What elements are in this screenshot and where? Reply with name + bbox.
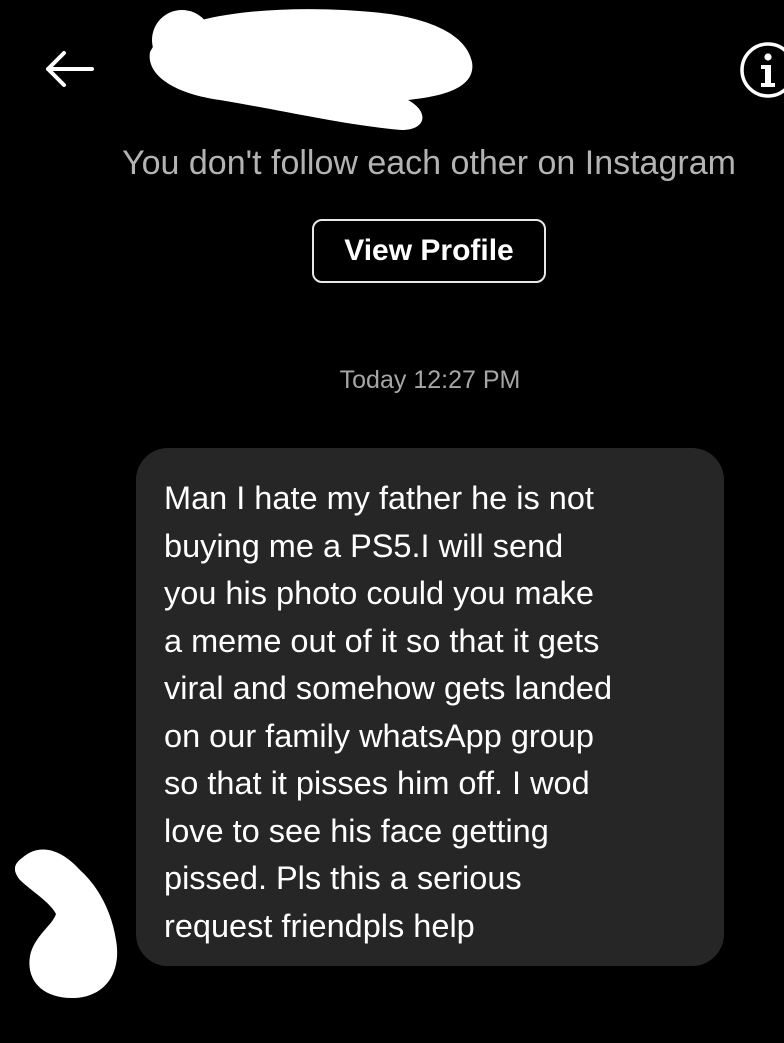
view-profile-button[interactable]: View Profile	[312, 219, 546, 283]
redacted-avatar-mark	[14, 849, 118, 998]
redacted-username-mark	[149, 9, 473, 131]
back-button[interactable]	[36, 44, 100, 94]
follow-status-text: You don't follow each other on Instagram	[122, 144, 736, 182]
info-circle-icon[interactable]	[738, 40, 784, 100]
message-timestamp: Today 12:27 PM	[339, 366, 521, 394]
arrow-left-icon	[46, 51, 94, 87]
message-text: Man I hate my father he is not buying me…	[164, 480, 613, 944]
message-bubble[interactable]: Man I hate my father he is not buying me…	[136, 448, 724, 966]
